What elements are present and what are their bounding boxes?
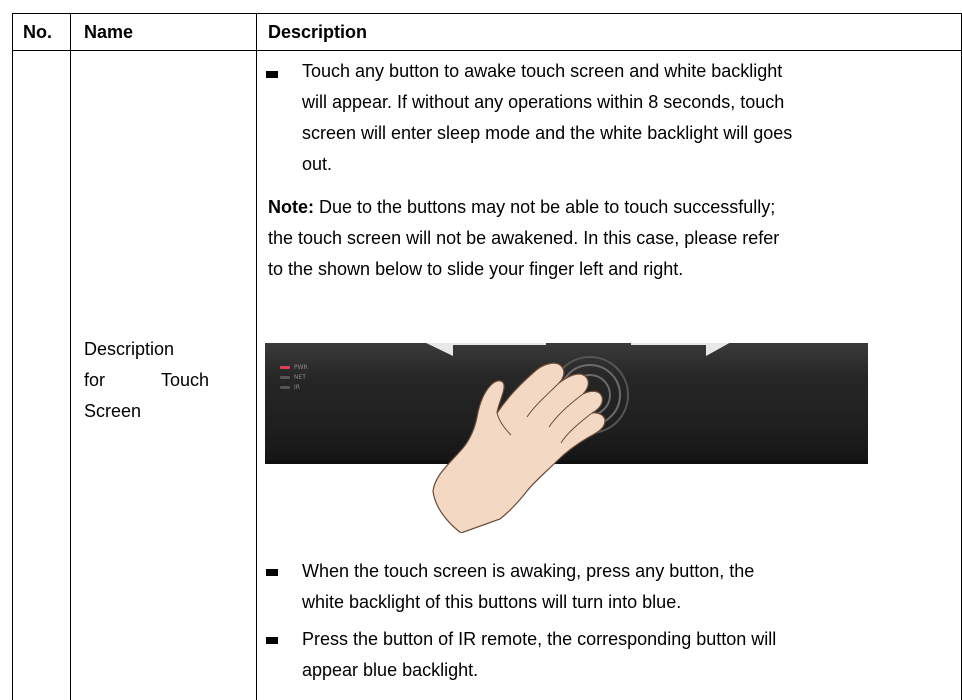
bullet-marker-2 — [266, 569, 278, 576]
table-column-divider-1 — [70, 13, 71, 700]
table-outer-left-border — [12, 13, 13, 700]
bullet-3-line: appear blue backlight. — [302, 660, 479, 680]
note-line: the touch screen will not be awakened. I… — [268, 228, 780, 248]
row-name-line1: Description — [84, 339, 175, 359]
bullet-3: Press the button of IR remote, the corre… — [302, 624, 950, 686]
swipe-illustration — [426, 343, 730, 533]
note-label: Note: — [268, 197, 314, 217]
header-name: Name — [84, 22, 134, 42]
bullet-marker-3 — [266, 637, 278, 644]
note-paragraph: Note: Due to the buttons may not be able… — [268, 192, 951, 285]
swipe-left-arrow-icon — [426, 343, 546, 356]
bullet-1-line: screen will enter sleep mode and the whi… — [302, 123, 793, 143]
table-header-bottom-border — [12, 50, 962, 51]
bullet-1-line: Touch any button to awake touch screen a… — [302, 61, 783, 81]
bullet-1-line: out. — [302, 154, 333, 174]
header-description: Description — [268, 22, 368, 42]
swipe-right-arrow-icon — [631, 343, 730, 356]
bullet-marker-1 — [266, 71, 278, 78]
table-top-border — [12, 13, 962, 14]
row-name-line3: Screen — [84, 401, 142, 421]
bullet-1: Touch any button to awake touch screen a… — [302, 56, 950, 180]
bullet-1-line: will appear. If without any operations w… — [302, 92, 785, 112]
hand-icon — [432, 362, 606, 533]
row-name-line2b: Touch — [160, 370, 209, 390]
bullet-2-line: When the touch screen is awaking, press … — [302, 561, 755, 581]
row-name: Description for Touch Screen — [84, 334, 209, 427]
touch-panel-figure: PWR NET IR — [265, 343, 868, 533]
bullet-3-line: Press the button of IR remote, the corre… — [302, 629, 777, 649]
bullet-2: When the touch screen is awaking, press … — [302, 556, 950, 618]
row-name-line2a: for — [84, 370, 106, 390]
note-line: Note: Due to the buttons may not be able… — [268, 192, 951, 223]
bullet-2-line: white backlight of this buttons will tur… — [302, 592, 682, 612]
note-line-1-text: Due to the buttons may not be able to to… — [314, 197, 776, 217]
note-line: to the shown below to slide your finger … — [268, 259, 684, 279]
row-name-line2: for Touch — [84, 365, 209, 396]
table-column-divider-2 — [256, 13, 257, 700]
header-no: No. — [23, 22, 52, 42]
